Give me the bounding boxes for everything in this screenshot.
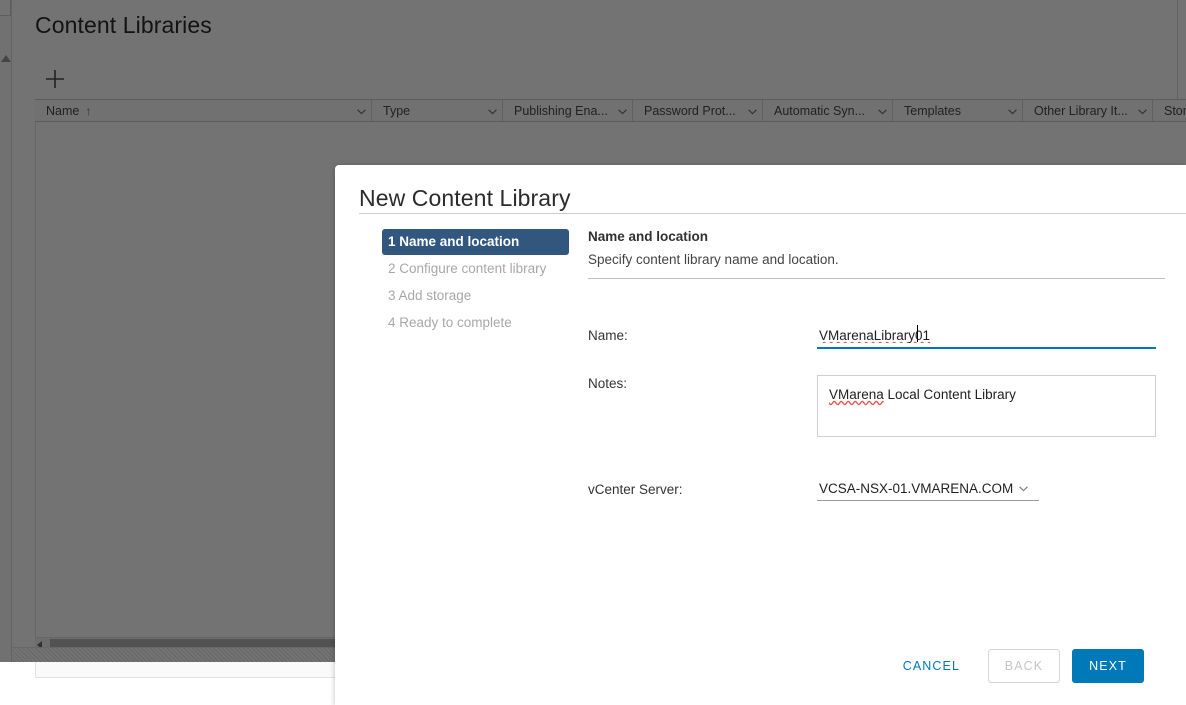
wizard-pane-header: Name and location Specify content librar… bbox=[588, 229, 1168, 279]
name-label: Name: bbox=[588, 328, 628, 343]
next-button[interactable]: NEXT bbox=[1072, 649, 1144, 683]
dialog-title: New Content Library bbox=[359, 185, 571, 211]
text-cursor-caret bbox=[917, 325, 918, 342]
notes-label: Notes: bbox=[588, 376, 628, 391]
form-row-name: Name: bbox=[588, 325, 1156, 349]
vcenter-server-value: VCSA-NSX-01.VMARENA.COM bbox=[819, 481, 1014, 496]
vcenter-server-select[interactable]: VCSA-NSX-01.VMARENA.COM bbox=[817, 481, 1039, 501]
wizard-step-add-storage[interactable]: 3 Add storage bbox=[382, 283, 582, 309]
wizard-step-nav: 1 Name and location 2 Configure content … bbox=[382, 229, 582, 337]
wizard-step-configure-content-library[interactable]: 2 Configure content library bbox=[382, 256, 582, 282]
name-input[interactable] bbox=[817, 328, 1156, 349]
form-row-notes: Notes: VMarena Local Content Library bbox=[588, 375, 1156, 437]
wizard-step-name-and-location[interactable]: 1 Name and location bbox=[382, 229, 569, 255]
form-row-vcenter-server: vCenter Server: VCSA-NSX-01.VMARENA.COM bbox=[588, 481, 1039, 501]
dialog-title-divider bbox=[359, 213, 1186, 214]
pane-subheading: Specify content library name and locatio… bbox=[588, 252, 839, 267]
pane-heading: Name and location bbox=[588, 229, 709, 244]
notes-misspelled-word: VMarena bbox=[829, 387, 884, 402]
dialog-footer: CANCEL BACK NEXT bbox=[885, 627, 1186, 705]
pane-divider bbox=[588, 278, 1165, 279]
new-content-library-dialog: New Content Library 1 Name and location … bbox=[335, 165, 1186, 705]
back-button: BACK bbox=[988, 649, 1060, 683]
vcenter-server-label: vCenter Server: bbox=[588, 482, 683, 497]
wizard-step-ready-to-complete[interactable]: 4 Ready to complete bbox=[382, 310, 582, 336]
cancel-button[interactable]: CANCEL bbox=[885, 650, 978, 682]
chevron-down-icon bbox=[1019, 485, 1029, 492]
notes-rest-text: Local Content Library bbox=[883, 387, 1016, 402]
notes-textarea[interactable]: VMarena Local Content Library bbox=[817, 375, 1156, 437]
name-input-wrapper bbox=[817, 325, 1156, 349]
